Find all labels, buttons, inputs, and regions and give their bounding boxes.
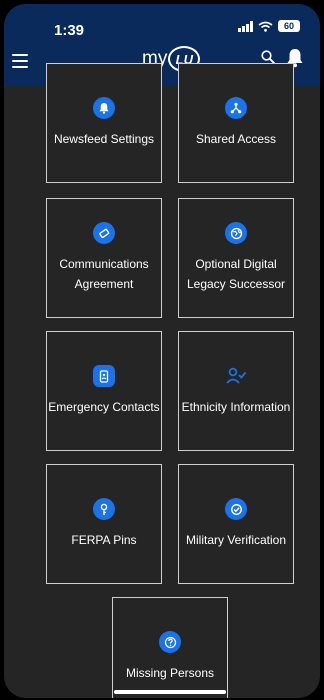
tile-ferpa-pins[interactable]: FERPA Pins [46,464,162,584]
phone-contact-icon [93,365,115,387]
tile-label: Newsfeed Settings [53,132,155,146]
tile-label: Emergency Contacts [48,400,160,414]
check-badge-icon [225,498,247,520]
tile-label: Communications Agreement [59,257,149,291]
app-screen: 1:39 60 my LU Newsfeed Settings Shared A… [4,4,320,698]
tile-military-verification[interactable]: Military Verification [178,464,294,584]
handshake-icon [93,222,115,244]
tile-label: Missing Persons [125,666,215,680]
tile-ethnicity-information[interactable]: Ethnicity Information [178,331,294,451]
tile-optional-digital-legacy-successor[interactable]: Optional Digital Legacy Successor [178,198,294,318]
home-indicator[interactable] [114,690,226,694]
tile-shared-access[interactable]: Shared Access [178,63,294,183]
menu-icon[interactable] [12,54,28,68]
tile-label: Shared Access [195,132,277,146]
tile-emergency-contacts[interactable]: Emergency Contacts [46,331,162,451]
phone-frame: 1:39 60 my LU Newsfeed Settings Shared A… [0,0,324,700]
tile-communications-agreement[interactable]: Communications Agreement [46,198,162,318]
share-nodes-icon [225,97,247,119]
status-time: 1:39 [54,22,85,39]
bell-icon [93,97,115,119]
signal-icon [238,20,253,32]
person-check-icon [225,365,247,387]
status-icons: 60 [238,20,300,32]
tile-label: Ethnicity Information [181,400,291,414]
pin-icon [93,498,115,520]
search-icon[interactable] [261,50,275,64]
tile-newsfeed-settings[interactable]: Newsfeed Settings [46,63,162,183]
tile-label: Military Verification [185,533,287,547]
tile-label: FERPA Pins [71,533,137,547]
globe-icon [225,222,247,244]
question-icon [159,631,181,653]
tile-missing-persons[interactable]: Missing Persons [112,597,228,698]
wifi-icon [258,21,273,32]
battery-indicator: 60 [278,20,300,32]
tile-label: Optional Digital Legacy Successor [186,257,286,291]
